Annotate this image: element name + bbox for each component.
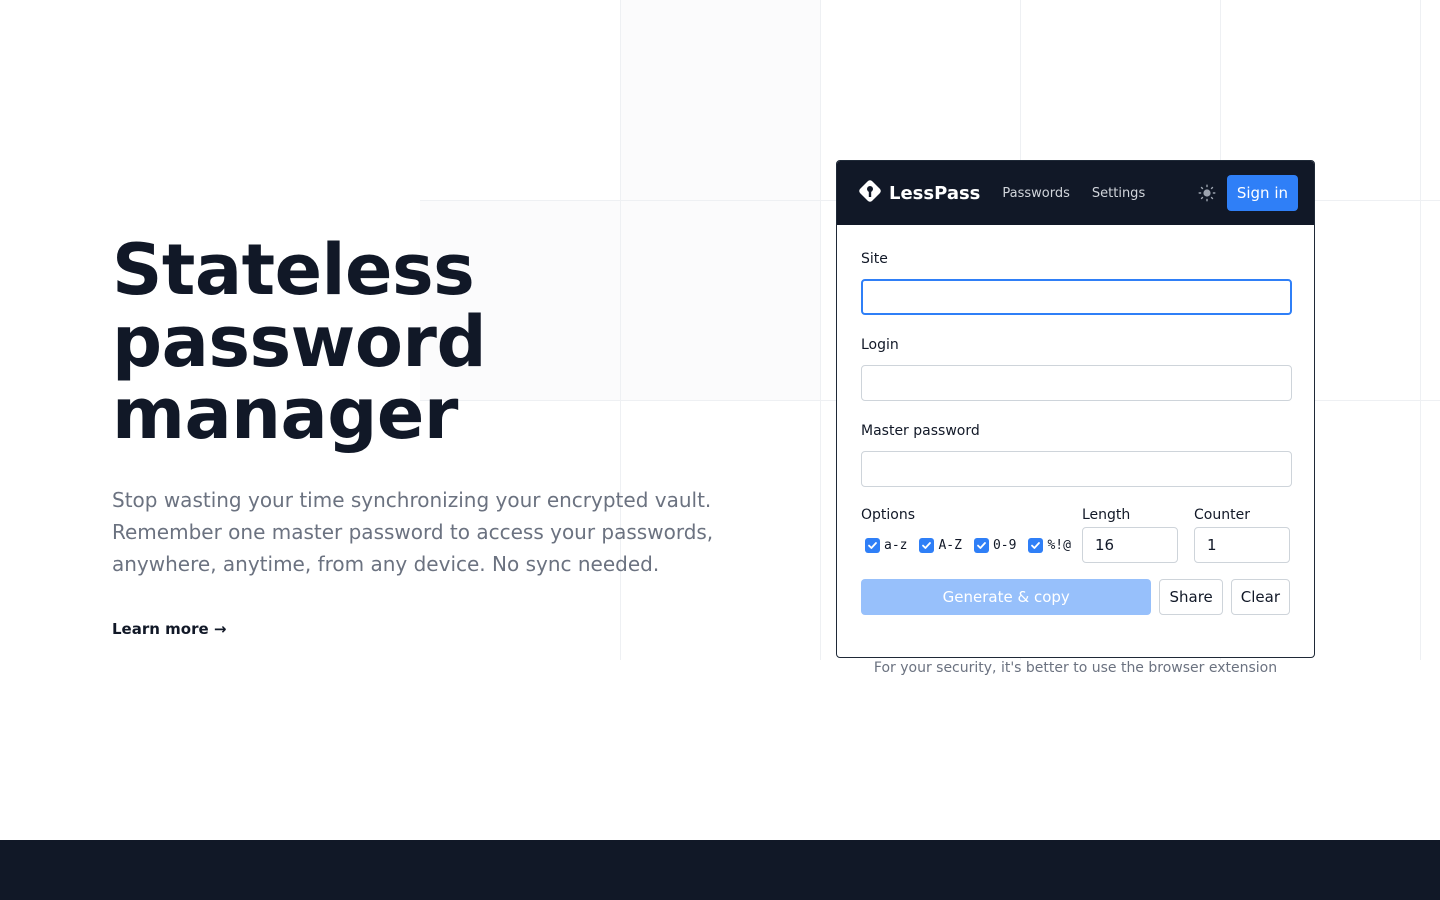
hero-title: Stateless password manager	[112, 229, 487, 455]
checkbox-checked-icon[interactable]	[865, 537, 880, 553]
hero-title-line: Stateless	[112, 229, 475, 311]
login-input[interactable]	[861, 365, 1292, 401]
option-lowercase-label: a-z	[884, 537, 908, 553]
master-password-label: Master password	[861, 423, 980, 439]
option-uppercase[interactable]: A-Z	[915, 537, 962, 553]
generate-copy-button[interactable]: Generate & copy	[861, 579, 1152, 615]
clear-button[interactable]: Clear	[1230, 579, 1290, 615]
app-navbar: LessPass Passwords Settings Sign in	[837, 161, 1314, 225]
checkbox-checked-icon[interactable]	[973, 537, 989, 553]
master-password-input[interactable]	[861, 451, 1292, 487]
nav-settings[interactable]: Settings	[1092, 186, 1145, 201]
hero-description: Stop wasting your time synchronizing you…	[112, 488, 714, 576]
share-button[interactable]: Share	[1159, 579, 1223, 615]
security-note: For your security, it's better to use th…	[873, 660, 1278, 676]
brand-name: LessPass	[889, 182, 981, 204]
options-checkboxes: a-z A-Z 0-9 %!@	[861, 527, 1082, 563]
length-input[interactable]: 16	[1082, 527, 1178, 563]
sun-icon[interactable]	[1197, 183, 1217, 203]
option-uppercase-label: A-Z	[938, 537, 962, 553]
footer	[0, 840, 1440, 900]
option-digits[interactable]: 0-9	[970, 537, 1017, 553]
lesspass-logo-icon	[857, 178, 883, 208]
lesspass-app-card: LessPass Passwords Settings Sign in Site…	[836, 160, 1315, 658]
learn-more-link[interactable]: Learn more →	[112, 620, 226, 638]
length-label: Length	[1082, 507, 1131, 523]
site-input[interactable]	[861, 279, 1292, 315]
options-row: Options a-z A-Z 0-9 %!@ Length 16 Counte…	[861, 507, 1290, 563]
checkbox-checked-icon[interactable]	[919, 537, 935, 553]
hero-title-line: password	[112, 301, 487, 383]
length-group: Length 16	[1082, 507, 1178, 563]
page: Stateless password manager Stop wasting …	[0, 0, 1440, 900]
option-digits-label: 0-9	[992, 537, 1017, 553]
password-form: Site Login Master password Options a-z A…	[837, 225, 1314, 615]
option-symbols-label: %!@	[1047, 537, 1071, 553]
sign-in-button[interactable]: Sign in	[1226, 175, 1298, 211]
site-label: Site	[861, 251, 888, 267]
options-group: Options a-z A-Z 0-9 %!@	[861, 507, 1082, 563]
option-symbols[interactable]: %!@	[1024, 537, 1071, 553]
option-lowercase[interactable]: a-z	[861, 537, 908, 553]
nav-passwords[interactable]: Passwords	[1002, 186, 1070, 201]
brand[interactable]: LessPass	[857, 178, 980, 208]
counter-group: Counter 1	[1194, 507, 1290, 563]
counter-label: Counter	[1194, 507, 1250, 523]
counter-input[interactable]: 1	[1194, 527, 1290, 563]
hero-title-line: manager	[112, 373, 458, 455]
checkbox-checked-icon[interactable]	[1028, 537, 1044, 553]
form-actions: Generate & copy Share Clear	[861, 579, 1290, 615]
options-label: Options	[861, 507, 916, 523]
login-label: Login	[861, 337, 899, 353]
